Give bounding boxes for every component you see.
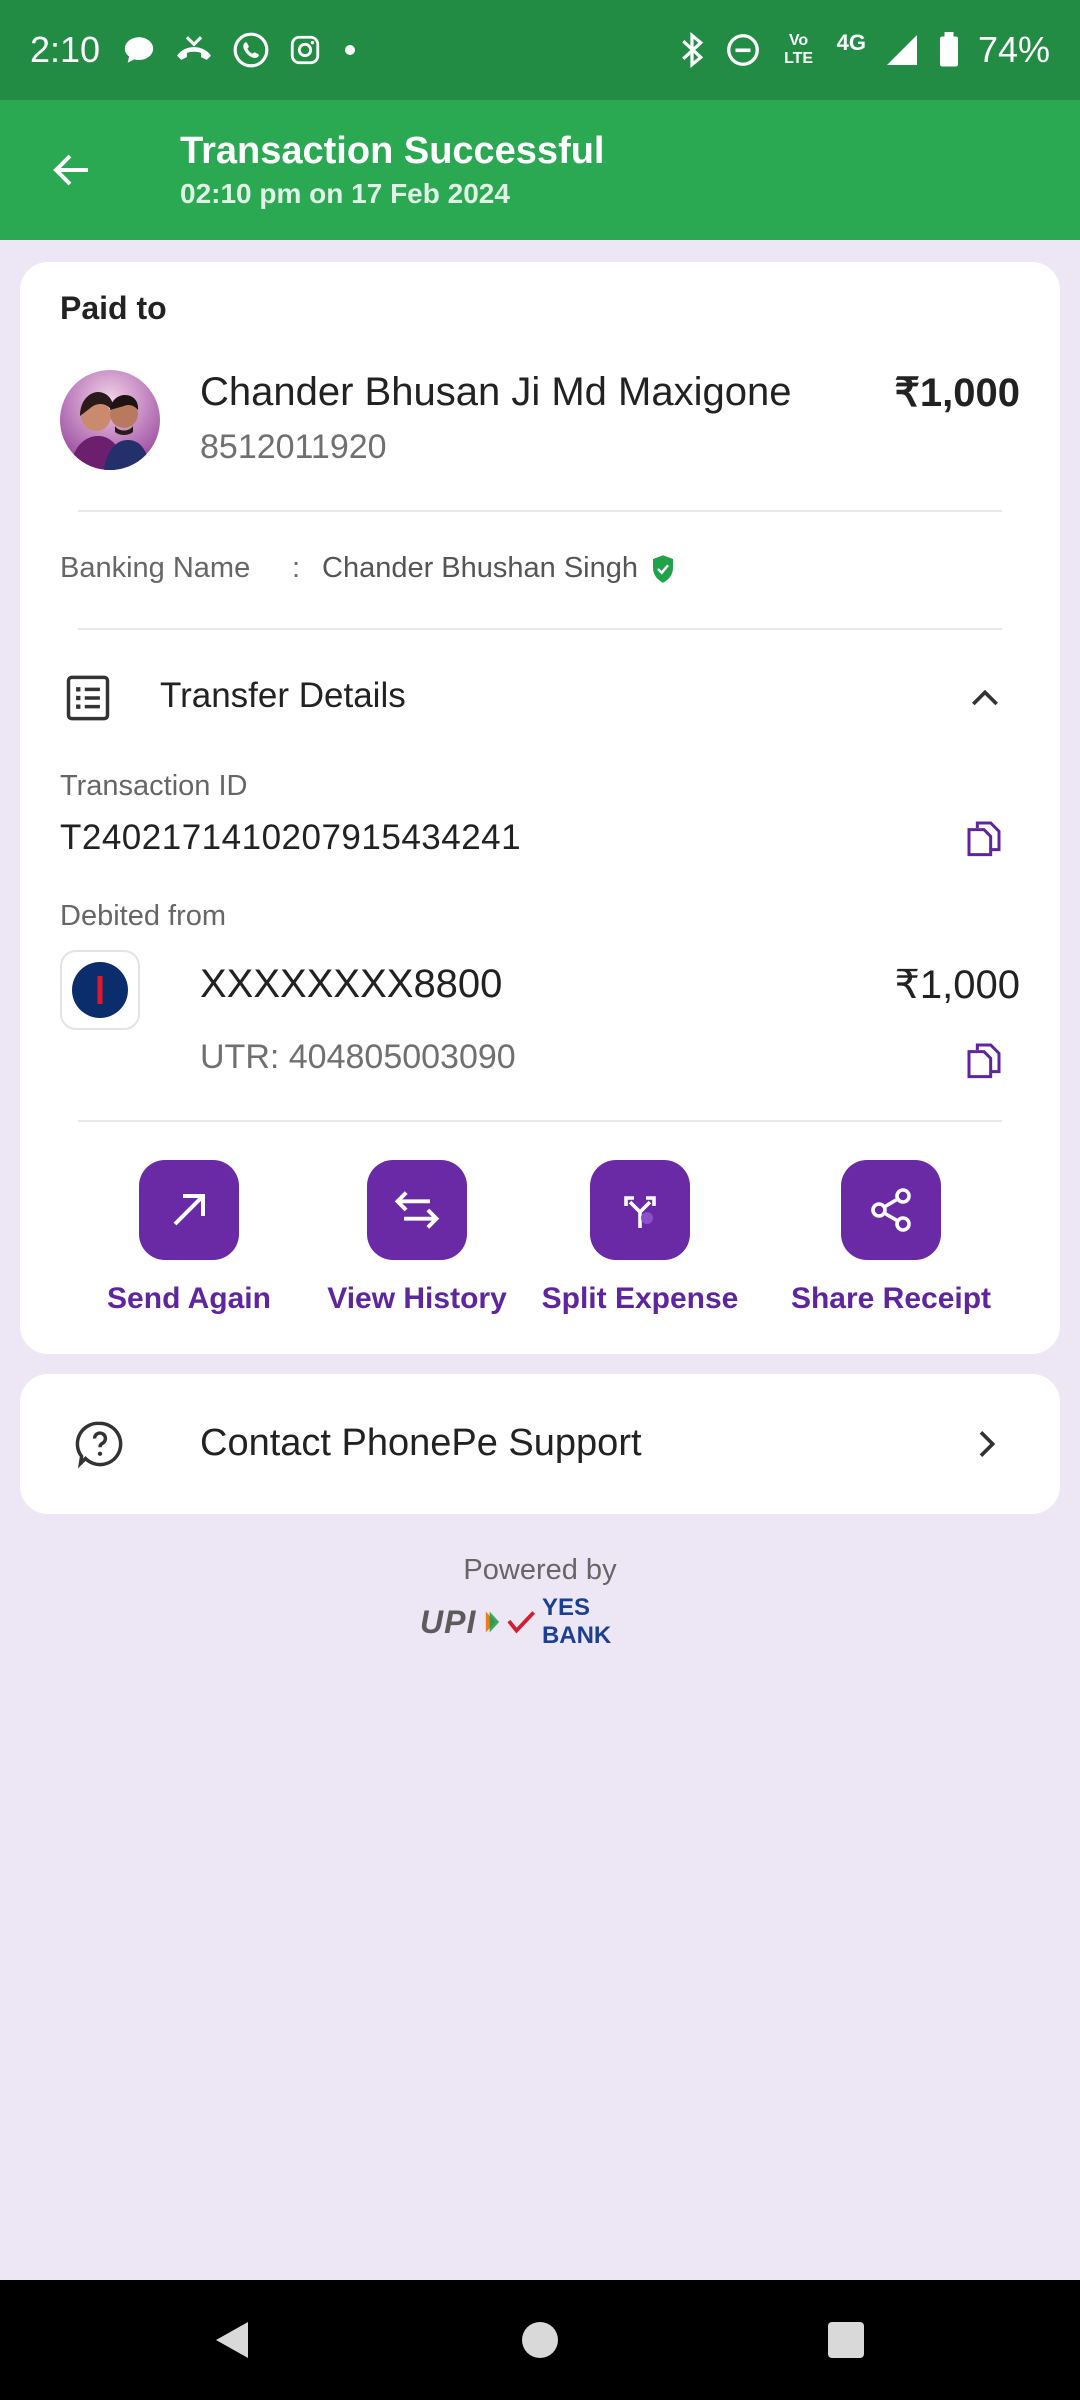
receipt-list-icon — [62, 672, 114, 724]
send-again-label: Send Again — [107, 1282, 271, 1315]
back-arrow-icon — [53, 154, 88, 186]
payee-phone: 8512011920 — [200, 428, 387, 466]
upi-arrow-icon — [486, 1611, 500, 1633]
app-header: Transaction Successful 02:10 pm on 17 Fe… — [0, 100, 1080, 240]
nav-home-button[interactable] — [510, 2310, 570, 2370]
payment-amount: ₹1,000 — [894, 371, 1020, 415]
system-icons: Vo LTE 4G 74% — [677, 29, 1050, 71]
triangle-back-icon — [216, 2322, 248, 2358]
utr-number: UTR: 404805003090 — [200, 1038, 516, 1076]
kotak-bank-logo — [60, 950, 140, 1030]
paid-to-label: Paid to — [60, 290, 167, 326]
square-recents-icon — [828, 2322, 864, 2358]
verified-shield-icon — [653, 554, 674, 583]
nav-back-button[interactable] — [202, 2310, 262, 2370]
divider — [78, 510, 1002, 512]
instagram-icon — [288, 33, 322, 67]
share-icon — [871, 1188, 911, 1232]
yes-bank-check-icon — [507, 1611, 536, 1634]
banking-name-value: Chander Bhushan Singh — [322, 552, 639, 584]
transaction-id: T2402171410207915434241 — [60, 818, 522, 857]
whatsapp-icon — [232, 31, 270, 69]
circle-home-icon — [522, 2322, 558, 2358]
contact-support-row[interactable]: Contact PhonePe Support — [20, 1374, 1060, 1514]
copy-utr-button[interactable] — [960, 1036, 1008, 1084]
transaction-id-label: Transaction ID — [60, 770, 248, 802]
powered-by-label: Powered by — [463, 1554, 617, 1586]
share-receipt-label: Share Receipt — [790, 1282, 992, 1315]
swap-arrows-icon — [394, 1191, 440, 1229]
dnd-icon — [725, 32, 761, 68]
battery-icon — [938, 32, 960, 68]
split-expense-label: Split Expense — [541, 1282, 739, 1315]
payee-name: Chander Bhusan Ji Md Maxigone — [200, 370, 792, 414]
divider — [78, 628, 1002, 630]
payee-avatar[interactable] — [60, 370, 160, 470]
help-circle-icon — [74, 1418, 126, 1470]
system-nav-bar — [0, 2280, 1080, 2400]
message-icon — [122, 33, 156, 67]
banking-name: Chander Bhushan Singh — [322, 552, 676, 585]
split-icon — [624, 1196, 656, 1228]
status-bar: 2:10 Vo LTE 4G 74% — [0, 0, 1080, 100]
debited-from-label: Debited from — [60, 900, 227, 932]
volte-icon: Vo LTE — [784, 32, 814, 67]
action-row: Send Again View History Split Expense Sh… — [20, 1160, 1060, 1340]
arrow-up-right-icon — [173, 1194, 205, 1226]
divider — [78, 1120, 1002, 1122]
copy-icon — [967, 821, 1001, 857]
debited-account-number: XXXXXXXX8800 — [200, 962, 503, 1006]
page-title: Transaction Successful — [180, 130, 605, 172]
partner-logos: UPI YES BANK — [420, 1594, 660, 1649]
back-button[interactable] — [40, 138, 104, 202]
debited-amount: ₹1,000 — [894, 963, 1020, 1007]
banking-name-label: Banking Name — [60, 552, 251, 584]
chevron-right-icon — [962, 1420, 1010, 1468]
banking-name-separator: : — [292, 552, 301, 584]
network-type: 4G — [836, 30, 866, 55]
transaction-card: Paid to Chander Bhusan Ji Md Maxigone 85… — [20, 262, 1060, 1354]
collapse-transfer-details-button[interactable] — [960, 674, 1010, 724]
status-time: 2:10 — [30, 29, 101, 70]
signal-icon — [884, 32, 920, 68]
dot-icon — [340, 40, 360, 60]
chevron-up-icon — [972, 689, 998, 706]
battery-percent: 74% — [977, 29, 1050, 70]
copy-icon — [967, 1043, 1001, 1079]
split-expense-button[interactable]: Split Expense — [530, 1160, 750, 1316]
contact-support-label: Contact PhonePe Support — [200, 1422, 642, 1464]
share-receipt-button[interactable]: Share Receipt — [781, 1160, 1001, 1316]
missed-call-icon — [174, 33, 214, 67]
view-history-button[interactable]: View History — [307, 1160, 527, 1316]
upi-logo: UPI — [420, 1603, 477, 1640]
send-again-button[interactable]: Send Again — [79, 1160, 299, 1316]
yes-bank-logo: YES BANK — [541, 1594, 612, 1649]
transfer-details-title: Transfer Details — [160, 676, 406, 715]
bluetooth-icon — [677, 31, 707, 69]
copy-transaction-id-button[interactable] — [960, 814, 1008, 862]
transaction-timestamp: 02:10 pm on 17 Feb 2024 — [180, 178, 510, 209]
nav-recents-button[interactable] — [816, 2310, 876, 2370]
view-history-label: View History — [327, 1282, 507, 1315]
notification-icons — [122, 31, 360, 69]
